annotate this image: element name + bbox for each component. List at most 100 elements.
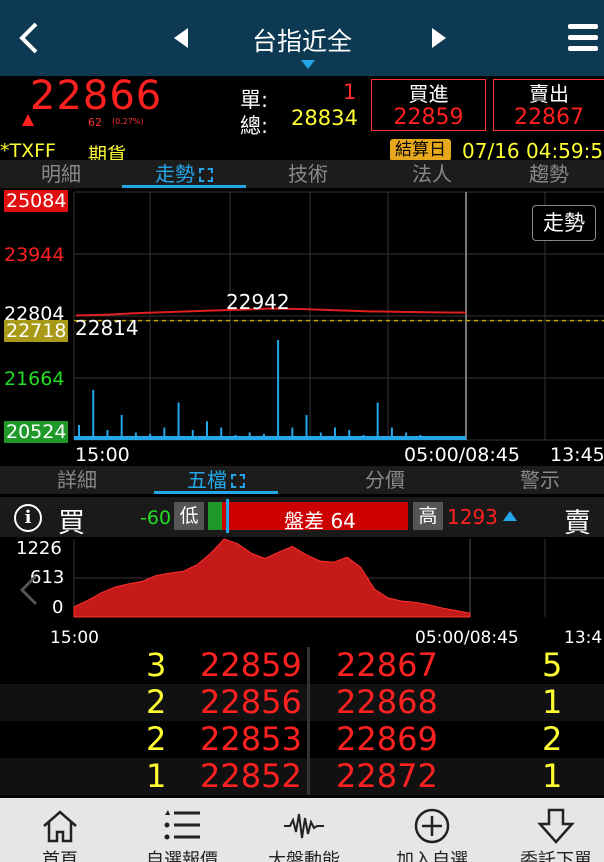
list-icon (164, 810, 200, 840)
bid-price: 22852 (200, 757, 302, 795)
volume-bar (376, 402, 379, 440)
volume-bar (177, 402, 180, 440)
nav-home-label: 首頁 (42, 850, 78, 862)
y-label-last: 22718 (4, 320, 69, 342)
bottom-nav: 首頁 自選報價 大盤動能 加入自選 委託下單 (0, 798, 604, 862)
buy-label: 買進 (408, 82, 449, 106)
tab-price-distribution[interactable]: 分價 (320, 466, 450, 494)
volume-baseline (74, 436, 466, 440)
x2-label-mid: 05:00/08:45 (415, 628, 519, 648)
annotation-open: 22814 (75, 316, 139, 340)
sell-side-label: 賣 (564, 508, 591, 539)
low-diff-value: -60 (140, 507, 172, 529)
next-icon[interactable] (430, 18, 448, 67)
expand-icon[interactable] (231, 474, 245, 488)
gap-bar-green (208, 502, 222, 530)
ask-qty: 1 (542, 683, 563, 721)
last-price: 22866 (30, 73, 163, 119)
tab-trend[interactable]: 走勢 (122, 160, 246, 188)
total-volume-label: 總: (240, 114, 269, 138)
bid-qty: 2 (146, 683, 167, 721)
order-book-row[interactable]: 1 22852 22872 1 (0, 758, 604, 795)
order-book-row[interactable]: 2 22853 22869 2 (0, 721, 604, 758)
nav-add-watchlist[interactable]: 加入自選 (372, 798, 492, 862)
triangle-up-icon (503, 511, 517, 521)
top-header: 台指近全 (0, 0, 604, 76)
sell-quote-button[interactable]: 賣出 22867 (493, 79, 604, 131)
gap-indicator-line (226, 499, 229, 533)
tab-technical[interactable]: 技術 (246, 160, 370, 188)
tab-detail[interactable]: 明細 (0, 160, 122, 188)
tab-alerts[interactable]: 警示 (480, 466, 600, 494)
chevron-left-icon[interactable] (18, 572, 40, 617)
trend-button[interactable]: 走勢 (532, 205, 596, 241)
order-book-row[interactable]: 2 22856 22868 1 (0, 684, 604, 721)
tab-five-level-label: 五檔 (187, 468, 227, 492)
bid-qty: 3 (146, 646, 167, 684)
plus-circle-icon (414, 808, 450, 844)
ask-qty: 5 (542, 646, 563, 684)
ask-price: 22868 (336, 683, 438, 721)
price-change-pct: (0.27%) (112, 117, 144, 126)
ask-price: 22869 (336, 720, 438, 758)
buy-quote-button[interactable]: 買進 22859 (371, 79, 486, 131)
nav-market-momentum-label: 大盤動能 (268, 850, 340, 862)
top-tab-bar: 明細 走勢 技術 法人 趨勢 (0, 160, 604, 188)
unit-volume-value: 1 (343, 80, 357, 104)
x-label-start: 15:00 (75, 444, 130, 466)
tab-details[interactable]: 詳細 (18, 466, 136, 494)
annotation-high: 22942 (226, 290, 290, 314)
five-level-header: i 買 -60 低 盤差 64 高 1293 賣 (0, 497, 604, 539)
y2-label-zero: 0 (52, 597, 64, 618)
nav-watchlist-label: 自選報價 (146, 850, 218, 862)
nav-place-order-label: 委託下單 (520, 850, 592, 862)
nav-home[interactable]: 首頁 (0, 798, 120, 862)
x-label-end: 13:45 (550, 444, 604, 466)
expand-icon[interactable] (199, 168, 213, 182)
pulse-icon (284, 813, 324, 839)
gap-text: 盤差 64 (284, 509, 356, 533)
info-icon[interactable]: i (14, 504, 42, 532)
low-badge: 低 (174, 502, 204, 530)
volume-bar (277, 340, 280, 440)
tab-institutional[interactable]: 法人 (370, 160, 494, 188)
page-title[interactable]: 台指近全 (0, 22, 604, 58)
hamburger-icon[interactable] (568, 24, 598, 54)
tab-tendency[interactable]: 趨勢 (494, 160, 604, 188)
symbol-code: *TXFF (0, 140, 56, 162)
bid-price: 22859 (200, 646, 302, 684)
x2-label-start: 15:00 (50, 628, 99, 648)
ask-price: 22867 (336, 646, 438, 684)
x-label-mid: 05:00/08:45 (404, 444, 520, 466)
order-book: 3 22859 22867 5 2 22856 22868 1 2 22853 22869 2 1 228… (0, 647, 604, 795)
bid-qty: 1 (146, 757, 167, 795)
up-arrow-icon (22, 114, 34, 126)
nav-add-watchlist-label: 加入自選 (396, 850, 468, 862)
buy-side-label: 買 (58, 508, 85, 539)
order-book-row[interactable]: 3 22859 22867 5 (0, 647, 604, 684)
settlement-badge: 結算日 (390, 139, 451, 161)
bid-price: 22853 (200, 720, 302, 758)
title-dropdown-caret-icon[interactable] (301, 60, 315, 69)
ask-price: 22872 (336, 757, 438, 795)
price-change: 62 (88, 116, 102, 129)
bid-price: 22856 (200, 683, 302, 721)
ask-qty: 2 (542, 720, 563, 758)
nav-watchlist[interactable]: 自選報價 (122, 798, 242, 862)
volume-bar (92, 390, 95, 440)
order-book-divider (307, 647, 310, 795)
download-arrow-icon (537, 808, 575, 844)
tab-five-level[interactable]: 五檔 (154, 466, 278, 494)
home-icon (43, 810, 77, 843)
y-label-high: 23944 (4, 244, 65, 266)
active-tab-indicator (154, 491, 278, 494)
high-diff-value: 1293 (447, 505, 498, 529)
high-badge: 高 (413, 502, 443, 530)
y2-label-max: 1226 (16, 538, 62, 559)
nav-market-momentum[interactable]: 大盤動能 (244, 798, 364, 862)
buy-price: 22859 (393, 105, 464, 130)
nav-place-order[interactable]: 委託下單 (496, 798, 604, 862)
sell-label: 賣出 (529, 82, 569, 106)
bid-qty: 2 (146, 720, 167, 758)
y-label-max: 25084 (4, 190, 69, 212)
